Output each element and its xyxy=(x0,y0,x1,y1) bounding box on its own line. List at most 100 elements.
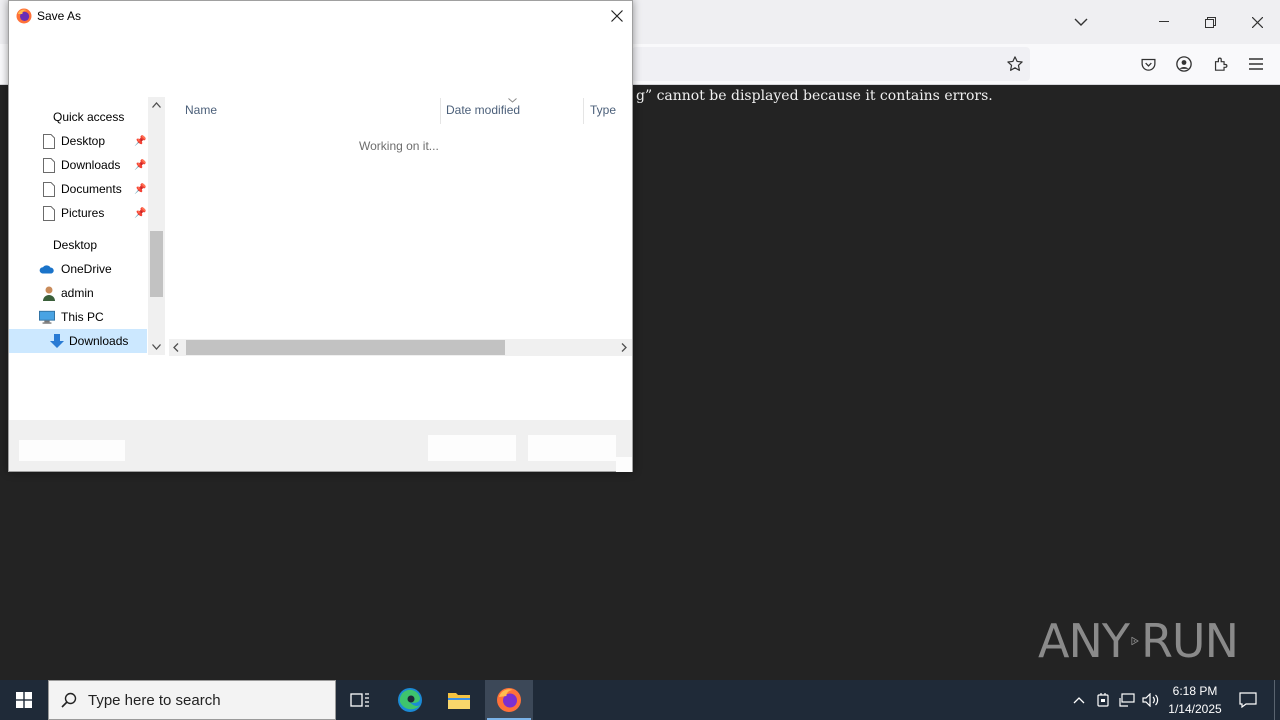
sort-chevron-icon xyxy=(508,98,517,103)
minimize-icon xyxy=(1159,21,1169,22)
taskbar-clock[interactable]: 6:18 PM 1/14/2025 xyxy=(1162,682,1228,718)
nav-item-label: Pictures xyxy=(61,206,105,220)
search-icon xyxy=(61,692,77,708)
desktop-header[interactable]: Desktop xyxy=(53,238,97,252)
file-explorer-taskbar-button[interactable] xyxy=(435,680,483,720)
nav-item-label: Downloads xyxy=(69,334,129,348)
url-bar[interactable] xyxy=(632,47,1030,81)
scroll-up-arrow-icon[interactable] xyxy=(148,100,165,111)
nav-item-label: OneDrive xyxy=(61,262,112,276)
pocket-button[interactable] xyxy=(1132,48,1164,80)
account-icon xyxy=(1176,56,1192,72)
column-divider[interactable] xyxy=(583,98,584,124)
app-menu-button[interactable] xyxy=(1240,48,1272,80)
nav-item-onedrive[interactable]: OneDrive xyxy=(9,257,147,281)
extensions-button[interactable] xyxy=(1204,48,1236,80)
nav-item-label: admin xyxy=(61,286,94,300)
search-placeholder: Type here to search xyxy=(88,691,221,709)
show-hidden-icons-button[interactable] xyxy=(1068,680,1090,720)
restore-icon xyxy=(1204,16,1216,28)
speaker-icon xyxy=(1142,693,1159,707)
hide-folders-button[interactable] xyxy=(19,440,125,461)
puzzle-icon xyxy=(1214,57,1227,71)
firefox-icon xyxy=(497,688,521,712)
nav-item-label: Documents xyxy=(61,182,122,196)
clock-time: 6:18 PM xyxy=(1172,684,1218,698)
pocket-icon xyxy=(1140,58,1156,71)
scroll-right-arrow-icon[interactable] xyxy=(621,343,627,352)
start-button[interactable] xyxy=(0,680,48,720)
pin-icon: 📌 xyxy=(134,207,147,219)
volume-button[interactable] xyxy=(1140,680,1162,720)
close-window-button[interactable] xyxy=(1234,0,1280,44)
document-icon xyxy=(41,181,57,197)
bookmark-star-button[interactable] xyxy=(999,48,1031,80)
nav-item-downloads[interactable]: Downloads 📌 xyxy=(9,153,147,177)
save-button[interactable] xyxy=(428,435,516,461)
clock-date: 1/14/2025 xyxy=(1168,702,1222,716)
close-icon xyxy=(611,10,623,22)
user-icon xyxy=(41,285,57,301)
anyrun-watermark: ANY RUN xyxy=(1038,606,1239,676)
loading-status: Working on it... xyxy=(359,139,439,153)
pin-icon: 📌 xyxy=(134,135,147,147)
nav-item-this-pc[interactable]: This PC xyxy=(9,305,147,329)
column-header-date-modified[interactable]: Date modified xyxy=(446,103,520,117)
pin-icon: 📌 xyxy=(134,183,147,195)
chevron-up-icon xyxy=(1073,696,1085,703)
watermark-text-right: RUN xyxy=(1140,614,1239,668)
nav-item-admin[interactable]: admin xyxy=(9,281,147,305)
nav-vertical-scrollbar[interactable] xyxy=(148,97,165,355)
taskbar-search-box[interactable]: Type here to search xyxy=(48,680,336,720)
pin-icon: 📌 xyxy=(134,159,147,171)
dialog-close-button[interactable] xyxy=(602,1,632,31)
nav-item-label: This PC xyxy=(61,310,104,324)
firefox-taskbar-button[interactable] xyxy=(485,680,533,720)
horizontal-scrollbar-thumb[interactable] xyxy=(186,340,505,355)
nav-item-downloads-selected[interactable]: Downloads xyxy=(9,329,147,353)
xml-error-message: g” cannot be displayed because it contai… xyxy=(636,88,993,104)
dialog-title: Save As xyxy=(37,9,82,23)
nav-item-pictures[interactable]: Pictures 📌 xyxy=(9,201,147,225)
show-desktop-button[interactable] xyxy=(1274,680,1275,720)
scroll-down-arrow-icon[interactable] xyxy=(148,342,165,353)
edge-icon xyxy=(398,688,422,712)
network-icon xyxy=(1119,693,1135,707)
device-icon xyxy=(1097,693,1109,707)
document-icon xyxy=(41,133,57,149)
action-center-button[interactable] xyxy=(1234,680,1262,720)
download-arrow-icon xyxy=(49,333,65,349)
taskbar: Type here to search 6:18 PM 1/14/2025 xyxy=(0,680,1280,720)
minimize-button[interactable] xyxy=(1141,0,1187,44)
task-view-button[interactable] xyxy=(336,680,384,720)
tray-device-button[interactable] xyxy=(1092,680,1114,720)
computer-icon xyxy=(39,309,55,325)
nav-item-documents[interactable]: Documents 📌 xyxy=(9,177,147,201)
column-header-type[interactable]: Type xyxy=(590,103,616,117)
nav-item-desktop[interactable]: Desktop 📌 xyxy=(9,129,147,153)
edge-taskbar-button[interactable] xyxy=(386,680,434,720)
watermark-text-left: ANY xyxy=(1038,614,1130,668)
play-logo-icon xyxy=(1131,636,1139,646)
restore-button[interactable] xyxy=(1187,0,1233,44)
network-status-button[interactable] xyxy=(1116,680,1138,720)
scroll-left-arrow-icon[interactable] xyxy=(173,343,179,352)
cancel-button[interactable] xyxy=(528,435,616,461)
firefox-icon xyxy=(16,8,32,24)
account-button[interactable] xyxy=(1168,48,1200,80)
onedrive-icon xyxy=(39,261,55,277)
column-header-name[interactable]: Name xyxy=(185,103,217,117)
nav-scrollbar-thumb[interactable] xyxy=(150,231,163,297)
windows-logo-icon xyxy=(16,692,32,708)
list-all-tabs-button[interactable] xyxy=(1058,0,1104,44)
nav-item-label: Downloads xyxy=(61,158,121,172)
column-divider[interactable] xyxy=(440,98,441,124)
close-icon xyxy=(1251,16,1263,28)
folder-icon xyxy=(448,693,470,709)
nav-item-label: Desktop xyxy=(61,134,106,148)
star-icon xyxy=(1007,56,1023,71)
resize-grip[interactable] xyxy=(616,457,632,472)
hamburger-menu-icon xyxy=(1249,58,1263,70)
navigation-pane: Quick access Desktop 📌 Downloads 📌 Docum… xyxy=(9,97,165,355)
quick-access-header[interactable]: Quick access xyxy=(53,110,124,124)
